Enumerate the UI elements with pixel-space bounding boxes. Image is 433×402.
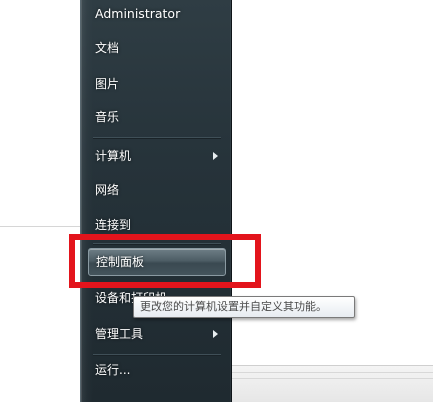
menu-item-label: 连接到 [95, 218, 132, 232]
background-window-line [230, 378, 433, 379]
menu-item-label: 计算机 [95, 149, 132, 163]
menu-item-network[interactable]: 网络 [88, 176, 226, 204]
menu-item-admin-tools[interactable]: 管理工具 [88, 320, 226, 348]
menu-item-label: 文档 [95, 41, 120, 55]
menu-item-music[interactable]: 音乐 [88, 103, 226, 131]
screenshot: Administrator 文档 图片 音乐 计算机 网络 连接到 控制面板 设… [0, 0, 433, 402]
menu-item-label: 图片 [95, 77, 120, 91]
menu-item-label: 管理工具 [95, 327, 144, 341]
background-window-line [230, 372, 433, 373]
menu-item-documents[interactable]: 文档 [88, 34, 226, 62]
tooltip-text: 更改您的计算机设置并自定义其功能。 [140, 300, 327, 313]
background-window-edge [0, 226, 80, 227]
user-name-item[interactable]: Administrator [88, 0, 226, 28]
user-name-label: Administrator [95, 6, 181, 21]
submenu-arrow-icon [213, 152, 218, 160]
control-panel-tooltip: 更改您的计算机设置并自定义其功能。 [133, 296, 355, 318]
menu-item-label: 音乐 [95, 110, 120, 124]
menu-item-pictures[interactable]: 图片 [88, 70, 226, 98]
menu-separator [93, 137, 221, 139]
background-window [230, 365, 433, 402]
highlight-box [69, 234, 261, 288]
menu-item-computer[interactable]: 计算机 [88, 142, 226, 170]
menu-item-label: 网络 [95, 183, 120, 197]
start-menu-right-pane: Administrator 文档 图片 音乐 计算机 网络 连接到 控制面板 设… [80, 0, 232, 402]
menu-item-label: 运行... [95, 363, 131, 377]
menu-item-run[interactable]: 运行... [88, 356, 226, 384]
submenu-arrow-icon [213, 330, 218, 338]
